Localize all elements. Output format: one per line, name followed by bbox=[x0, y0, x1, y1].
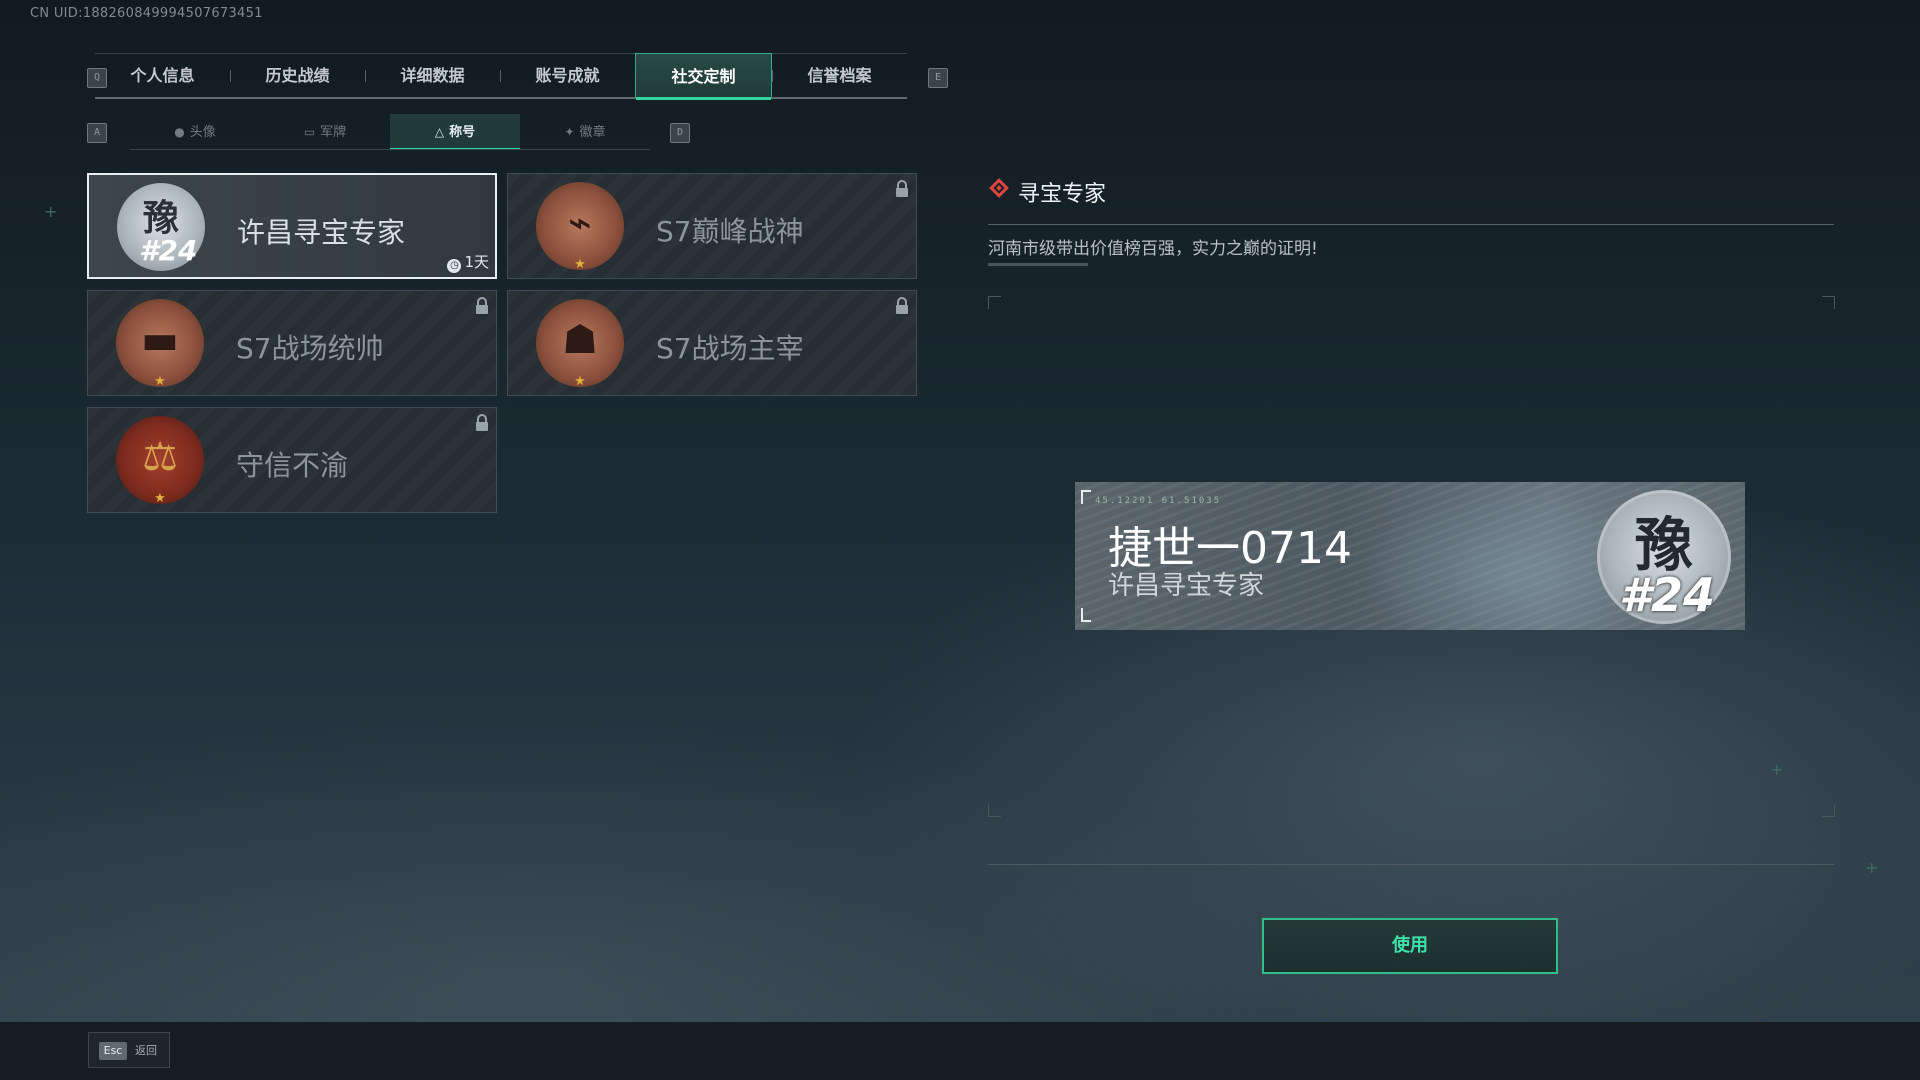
timer-text: 1天 bbox=[464, 253, 489, 271]
soldier-icon: ☗ bbox=[562, 317, 598, 363]
soldier-badge-icon: ☗ ★ bbox=[536, 299, 624, 389]
truck-icon: ▬ bbox=[141, 317, 179, 363]
tab-label: 账号成就 bbox=[535, 66, 600, 85]
subtab-emblem[interactable]: ✦ 徽章 bbox=[520, 114, 650, 150]
title-label: S7战场主宰 bbox=[656, 332, 804, 365]
vehicle-badge-icon: ▬ ★ bbox=[116, 299, 204, 389]
subtab-label: 称号 bbox=[449, 125, 476, 140]
title-icon: △ bbox=[434, 125, 445, 139]
henan-badge-icon: 豫 #24 bbox=[117, 183, 205, 271]
frame-corner bbox=[1081, 490, 1091, 504]
subtab-dogtag[interactable]: ▭ 军牌 bbox=[260, 114, 390, 150]
detail-description: 河南市级带出价值榜百强，实力之巅的证明! bbox=[988, 239, 1318, 259]
title-card-trustworthy[interactable]: ⚖ ★ 守信不渝 bbox=[87, 407, 497, 513]
tab-reputation[interactable]: 信誉档案 bbox=[772, 53, 907, 99]
frame-corner bbox=[988, 804, 1001, 817]
star-icon: ★ bbox=[574, 374, 586, 389]
title-label: S7战场统帅 bbox=[236, 332, 384, 365]
tab-history[interactable]: 历史战绩 bbox=[230, 53, 365, 99]
esc-key: Esc bbox=[99, 1042, 127, 1060]
title-card-xuchang[interactable]: 豫 #24 许昌寻宝专家 ◷ 1天 bbox=[87, 173, 497, 279]
title-card-s7-peak[interactable]: ⌁ ★ S7巅峰战神 bbox=[507, 173, 917, 279]
tab-achievements[interactable]: 账号成就 bbox=[500, 53, 635, 99]
back-button[interactable]: Esc 返回 bbox=[88, 1032, 170, 1068]
tab-label: 历史战绩 bbox=[265, 66, 330, 85]
tab-label: 详细数据 bbox=[400, 66, 465, 85]
frame-corner bbox=[1822, 296, 1835, 309]
footer-bar bbox=[0, 1022, 1920, 1080]
lock-icon bbox=[896, 297, 908, 314]
detail-title: 寻宝专家 bbox=[1018, 182, 1107, 207]
nameplate-coords: 45.12201 61.51035 bbox=[1095, 496, 1222, 506]
uid-label: CN UID:1882608499945076734​51 bbox=[30, 6, 263, 21]
plus-deco-icon: + bbox=[1770, 760, 1784, 779]
title-label: 许昌寻宝专家 bbox=[237, 216, 406, 249]
lock-icon bbox=[476, 414, 488, 431]
scales-icon: ⚖ bbox=[142, 434, 178, 480]
prev-subtab-key[interactable]: A bbox=[87, 123, 107, 143]
badge-number: #24 bbox=[139, 234, 198, 267]
subtab-label: 军牌 bbox=[320, 125, 347, 140]
tab-details[interactable]: 详细数据 bbox=[365, 53, 500, 99]
star-icon: ★ bbox=[154, 374, 166, 389]
sub-tabs: ● 头像 ▭ 军牌 △ 称号 ✦ 徽章 bbox=[130, 114, 650, 150]
plus-deco-icon: + bbox=[44, 202, 58, 221]
back-label: 返回 bbox=[135, 1044, 157, 1057]
scales-badge-icon: ⚖ ★ bbox=[116, 416, 204, 506]
nameplate-preview: 45.12201 61.51035 捷世一0714 许昌寻宝专家 豫 #24 bbox=[1075, 482, 1745, 630]
title-label: 守信不渝 bbox=[236, 449, 349, 482]
star-icon: ★ bbox=[574, 257, 586, 272]
dogtag-icon: ▭ bbox=[303, 125, 316, 139]
use-button[interactable]: 使用 bbox=[1262, 918, 1558, 974]
badge-number: #24 bbox=[1619, 568, 1716, 622]
main-tabs: 个人信息 历史战绩 详细数据 账号成就 社交定制 信誉档案 bbox=[95, 53, 907, 100]
emblem-icon: ✦ bbox=[564, 125, 575, 139]
frame-corner bbox=[1081, 608, 1091, 622]
detail-divider bbox=[988, 224, 1834, 225]
frame-corner bbox=[1822, 804, 1835, 817]
title-card-s7-dominator[interactable]: ☗ ★ S7战场主宰 bbox=[507, 290, 917, 396]
tab-label: 信誉档案 bbox=[807, 66, 872, 85]
clock-icon: ◷ bbox=[447, 259, 462, 273]
plus-deco-icon: + bbox=[1865, 858, 1879, 877]
title-label: S7巅峰战神 bbox=[656, 215, 804, 248]
person-icon: ● bbox=[174, 125, 185, 139]
subtab-label: 头像 bbox=[189, 125, 216, 140]
subtab-title[interactable]: △ 称号 bbox=[390, 114, 520, 150]
panel-bottom-line bbox=[988, 864, 1834, 865]
next-tab-key[interactable]: E bbox=[928, 68, 948, 88]
tab-personal-info[interactable]: 个人信息 bbox=[95, 53, 230, 99]
rifle-icon: ⌁ bbox=[567, 200, 593, 246]
gun-badge-icon: ⌁ ★ bbox=[536, 182, 624, 272]
title-card-s7-commander[interactable]: ▬ ★ S7战场统帅 bbox=[87, 290, 497, 396]
tab-label: 个人信息 bbox=[130, 66, 195, 85]
expiry-timer: ◷ 1天 bbox=[447, 251, 489, 273]
subtab-label: 徽章 bbox=[579, 125, 606, 140]
nameplate-title: 许昌寻宝专家 bbox=[1108, 571, 1265, 601]
rarity-diamond-icon bbox=[989, 178, 1009, 198]
lock-icon bbox=[476, 297, 488, 314]
tab-social-custom[interactable]: 社交定制 bbox=[635, 53, 772, 100]
tab-label: 社交定制 bbox=[671, 67, 736, 86]
subtab-avatar[interactable]: ● 头像 bbox=[130, 114, 260, 150]
frame-corner bbox=[988, 296, 1001, 309]
star-icon: ★ bbox=[154, 491, 166, 506]
decor-bar bbox=[988, 263, 1088, 266]
henan-badge-icon: 豫 #24 bbox=[1597, 490, 1731, 624]
lock-icon bbox=[896, 180, 908, 197]
next-subtab-key[interactable]: D bbox=[670, 123, 690, 143]
